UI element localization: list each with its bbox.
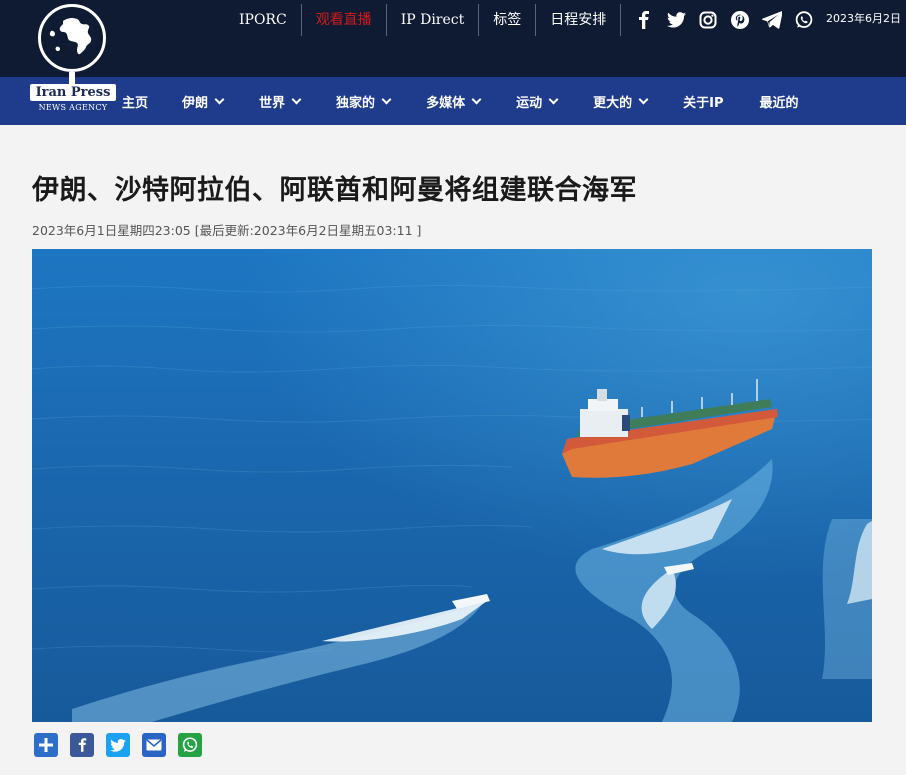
nav-item-label: 更大的 bbox=[593, 95, 633, 111]
twitter-icon[interactable] bbox=[106, 733, 130, 757]
nav-item-multimedia[interactable]: 多媒体 bbox=[426, 92, 496, 111]
sea-photo bbox=[32, 249, 872, 722]
header-date: 2023年6月2日 bbox=[826, 12, 901, 25]
chevron-down-icon bbox=[214, 94, 225, 104]
telegram-icon[interactable] bbox=[762, 10, 782, 30]
top-link-tags[interactable]: 标签 bbox=[479, 4, 537, 36]
nav-item-home[interactable]: 主页 bbox=[122, 92, 164, 111]
main-nav: 主页 伊朗 世界 独家的 多媒体 运动 更大的 关于IP 最近的 bbox=[0, 77, 906, 125]
nav-item-label: 主页 bbox=[122, 95, 149, 111]
site-logo[interactable]: Iran Press NEWS AGENCY bbox=[28, 2, 120, 114]
email-icon[interactable] bbox=[142, 733, 166, 757]
chevron-down-icon bbox=[548, 94, 559, 104]
nav-item-label: 运动 bbox=[516, 95, 543, 111]
instagram-icon[interactable] bbox=[698, 10, 718, 30]
nav-item-label: 关于IP bbox=[683, 95, 724, 111]
globe-icon bbox=[38, 4, 106, 72]
top-bar: IPORC 观看直播 IP Direct 标签 日程安排 2023年6月2日 bbox=[0, 0, 906, 77]
top-link-schedule[interactable]: 日程安排 bbox=[536, 4, 622, 36]
article-image bbox=[32, 249, 872, 722]
nav-item-iran[interactable]: 伊朗 bbox=[182, 92, 239, 111]
article-meta: 2023年6月1日星期四23:05 [最后更新:2023年6月2日星期五03:1… bbox=[32, 223, 422, 238]
nav-item-sports[interactable]: 运动 bbox=[516, 92, 573, 111]
nav-item-label: 最近的 bbox=[759, 95, 799, 111]
nav-items: 主页 伊朗 世界 独家的 多媒体 运动 更大的 关于IP 最近的 bbox=[122, 77, 835, 125]
nav-item-about[interactable]: 关于IP bbox=[683, 92, 739, 111]
facebook-icon[interactable] bbox=[634, 10, 654, 30]
facebook-icon[interactable] bbox=[70, 733, 94, 757]
chevron-down-icon bbox=[291, 94, 302, 104]
logo-stand bbox=[69, 72, 75, 84]
top-link-live[interactable]: 观看直播 bbox=[302, 4, 387, 36]
nav-item-label: 世界 bbox=[259, 95, 286, 111]
top-links: IPORC 观看直播 IP Direct 标签 日程安排 bbox=[225, 4, 622, 36]
whatsapp-icon[interactable] bbox=[794, 10, 814, 30]
top-link-iporc[interactable]: IPORC bbox=[225, 4, 302, 36]
share-plus-icon[interactable] bbox=[34, 733, 58, 757]
brand-subtitle: NEWS AGENCY bbox=[38, 103, 108, 112]
whatsapp-icon[interactable] bbox=[178, 733, 202, 757]
chevron-down-icon bbox=[381, 94, 392, 104]
article-title: 伊朗、沙特阿拉伯、阿联酋和阿曼将组建联合海军 bbox=[32, 175, 637, 206]
social-icons bbox=[634, 6, 814, 34]
chevron-down-icon bbox=[638, 94, 649, 104]
nav-item-exclusive[interactable]: 独家的 bbox=[336, 92, 406, 111]
nav-item-more[interactable]: 更大的 bbox=[593, 92, 663, 111]
pinterest-icon[interactable] bbox=[730, 10, 750, 30]
nav-item-label: 多媒体 bbox=[426, 95, 466, 111]
nav-item-label: 独家的 bbox=[336, 95, 376, 111]
brand-name: Iran Press bbox=[30, 84, 116, 101]
nav-item-recent[interactable]: 最近的 bbox=[759, 92, 814, 111]
top-link-ip-direct[interactable]: IP Direct bbox=[387, 4, 480, 36]
nav-item-world[interactable]: 世界 bbox=[259, 92, 316, 111]
chevron-down-icon bbox=[471, 94, 482, 104]
share-bar bbox=[34, 733, 202, 757]
nav-item-label: 伊朗 bbox=[182, 95, 209, 111]
twitter-icon[interactable] bbox=[666, 10, 686, 30]
